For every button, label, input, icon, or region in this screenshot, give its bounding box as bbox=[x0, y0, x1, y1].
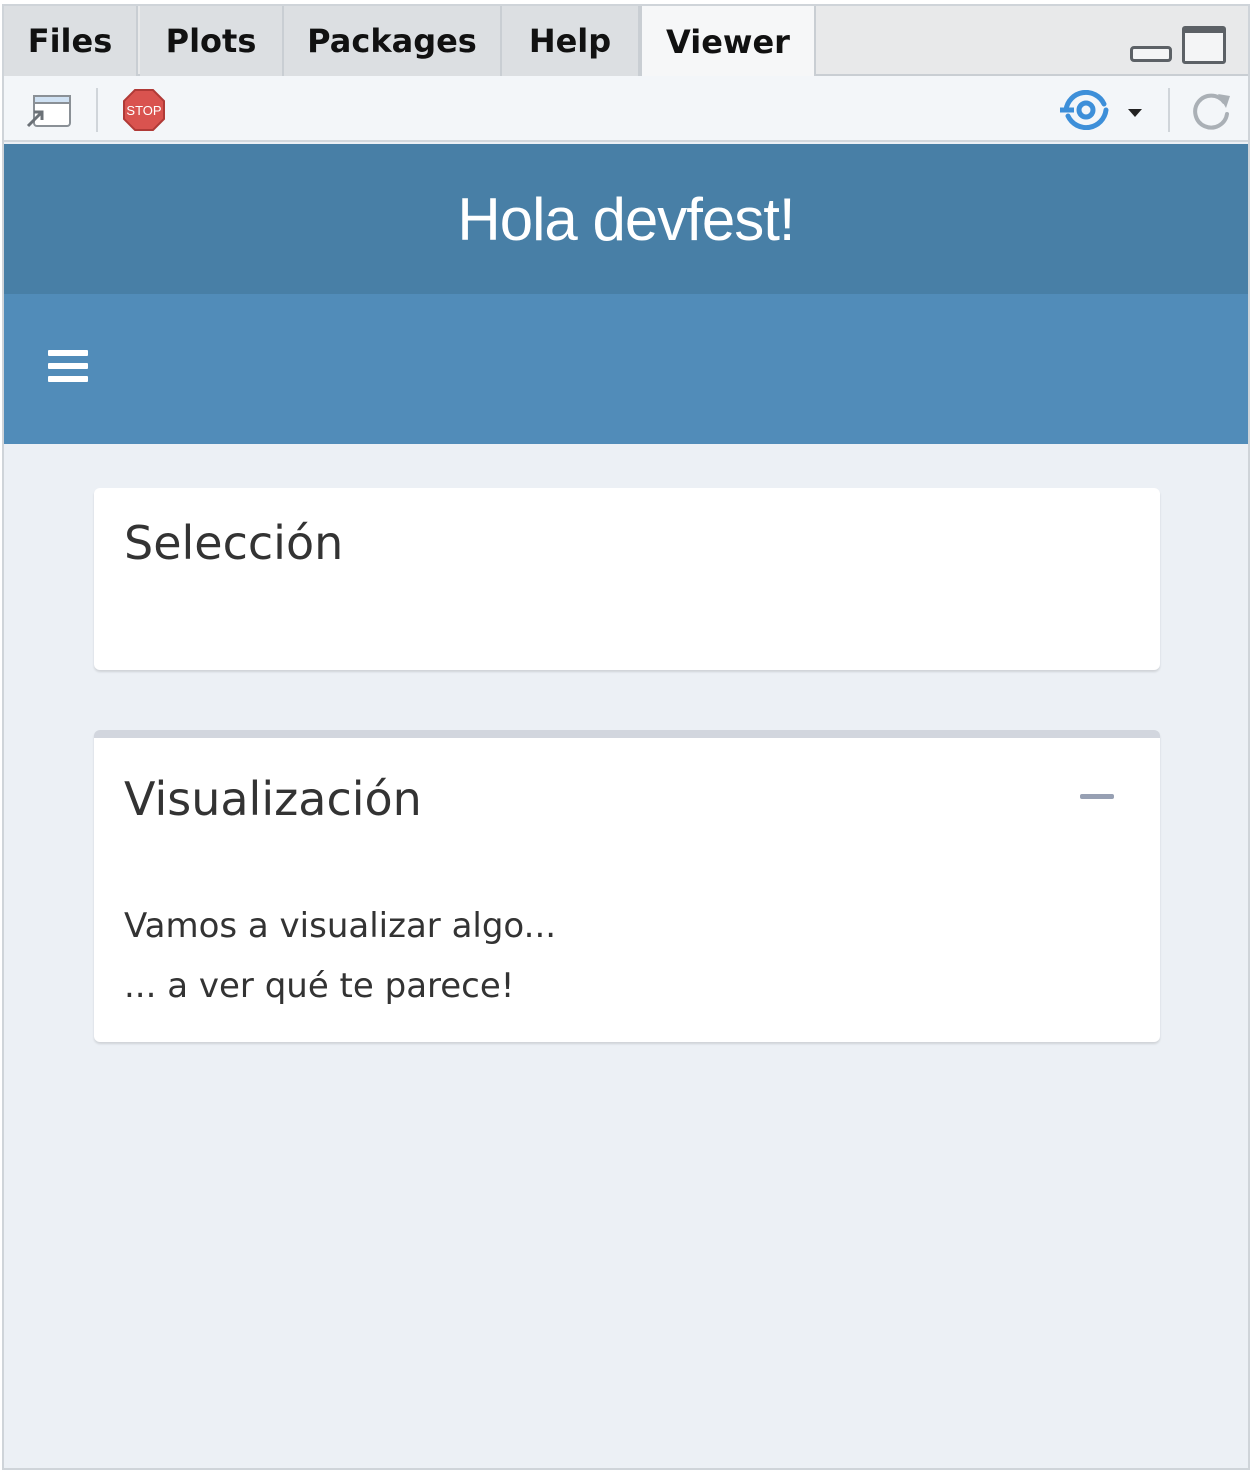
box-title: Visualización bbox=[124, 772, 422, 826]
tab-plots[interactable]: Plots bbox=[140, 6, 284, 76]
window-controls bbox=[1130, 26, 1226, 64]
box-title: Selección bbox=[124, 516, 344, 570]
viewer-toolbar: STOP bbox=[4, 76, 1248, 142]
tab-files[interactable]: Files bbox=[4, 6, 138, 76]
export-window-icon[interactable] bbox=[24, 92, 72, 130]
minus-icon[interactable] bbox=[1080, 786, 1114, 806]
maximize-pane-button[interactable] bbox=[1182, 26, 1226, 64]
refresh-icon[interactable] bbox=[1188, 88, 1234, 134]
body-line: ... a ver qué te parece! bbox=[124, 966, 515, 1006]
publish-icon[interactable] bbox=[1060, 89, 1112, 131]
chevron-down-icon[interactable] bbox=[1126, 104, 1144, 117]
hamburger-menu-icon[interactable] bbox=[48, 350, 88, 386]
tab-packages[interactable]: Packages bbox=[284, 6, 502, 76]
stop-label: STOP bbox=[126, 103, 161, 118]
body-line: Vamos a visualizar algo... bbox=[124, 906, 557, 946]
viewer-pane: Files Plots Packages Help Viewer STOP Ho… bbox=[2, 4, 1250, 1470]
minimize-pane-button[interactable] bbox=[1130, 46, 1172, 62]
tab-viewer[interactable]: Viewer bbox=[640, 6, 816, 78]
toolbar-separator bbox=[1168, 88, 1170, 132]
visualizacion-box: Visualización Vamos a visualizar algo...… bbox=[94, 730, 1160, 1042]
toolbar-separator bbox=[96, 88, 98, 132]
box-body: Vamos a visualizar algo... ... a ver qué… bbox=[124, 896, 556, 1016]
pane-tab-bar: Files Plots Packages Help Viewer bbox=[4, 6, 1248, 78]
app-navbar bbox=[4, 294, 1248, 444]
seleccion-box: Selección bbox=[94, 488, 1160, 670]
tab-help[interactable]: Help bbox=[502, 6, 640, 76]
app-title: Hola devfest! bbox=[4, 144, 1248, 294]
stop-sign-icon[interactable]: STOP bbox=[122, 88, 166, 132]
